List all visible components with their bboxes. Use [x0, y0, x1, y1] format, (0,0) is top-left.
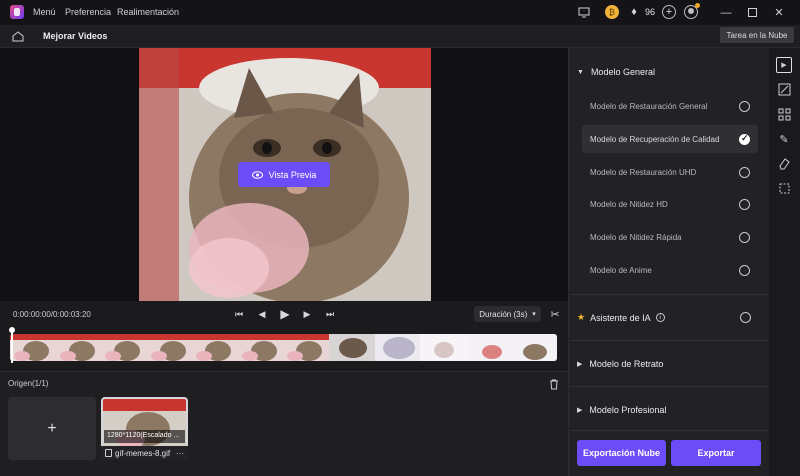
eraser-icon[interactable] — [776, 155, 792, 171]
general-model-title: Modelo General — [590, 67, 655, 77]
duration-select[interactable]: Duración (3s) ▾ — [474, 306, 541, 322]
media-resolution: 1280*1120(Escalado ... — [104, 430, 185, 443]
general-model-header[interactable]: ▼ Modelo General — [577, 67, 655, 77]
professional-model-title: Modelo Profesional — [589, 405, 667, 415]
skip-forward-icon[interactable]: ⏭ — [323, 307, 337, 321]
portrait-model-title: Modelo de Retrato — [589, 359, 664, 369]
play-icon[interactable]: ▶ — [278, 307, 292, 321]
gem-icon: ♦ — [631, 6, 637, 18]
timeline-frame — [55, 334, 102, 361]
credits-count: 96 — [645, 7, 656, 17]
ai-assistant-title: Asistente de IA — [590, 312, 651, 323]
timeline-frame — [374, 334, 421, 361]
section-divider — [570, 386, 769, 387]
preview-button-label: Vista Previa — [268, 169, 317, 180]
page-title: Mejorar Videos — [43, 31, 108, 41]
section-divider — [570, 430, 769, 431]
radio-button[interactable] — [739, 231, 750, 243]
close-button[interactable]: ✕ — [770, 4, 788, 21]
app-logo — [10, 5, 24, 19]
coin-icon[interactable]: ₿ — [605, 5, 619, 19]
star-icon: ★ — [577, 312, 586, 322]
pencil-icon[interactable]: ✎ — [776, 131, 792, 147]
portrait-model-header[interactable]: ▶ Modelo de Retrato — [577, 359, 663, 369]
radio-button[interactable] — [739, 198, 750, 210]
export-button[interactable]: Exportar — [671, 440, 761, 466]
add-media-button[interactable]: + — [8, 397, 96, 460]
model-option-fast-sharpness[interactable]: Modelo de Nitidez Rápida — [582, 223, 758, 251]
model-option-uhd-restoration[interactable]: Modelo de Restauración UHD — [582, 158, 758, 186]
preview-button[interactable]: Vista Previa — [238, 162, 330, 187]
professional-model-header[interactable]: ▶ Modelo Profesional — [577, 405, 666, 415]
cloud-task-button[interactable]: Tarea en la Nube — [720, 27, 794, 43]
timeline-frame — [10, 334, 56, 361]
caret-right-icon: ▶ — [577, 407, 583, 414]
cloud-export-button[interactable]: Exportación Nube — [577, 440, 666, 466]
add-credits-button[interactable]: + — [662, 5, 676, 19]
minimize-button[interactable]: — — [717, 4, 735, 21]
model-label: Modelo de Restauración General — [590, 101, 708, 111]
menu-item-preferences[interactable]: Preferencia — [65, 7, 111, 17]
scissors-icon[interactable]: ✂ — [548, 307, 562, 321]
crop-icon[interactable] — [776, 180, 792, 196]
timeline-strip[interactable] — [10, 334, 557, 361]
menu-item-feedback[interactable]: Realimentación — [117, 7, 179, 17]
timeline-frame — [283, 334, 330, 361]
caret-right-icon: ▶ — [577, 361, 583, 368]
duration-label: Duración (3s) — [479, 309, 528, 319]
timeline-frame — [146, 334, 193, 361]
home-icon[interactable] — [10, 29, 26, 44]
model-label: Modelo de Nitidez Rápida — [590, 232, 682, 242]
model-option-hd-sharpness[interactable]: Modelo de Nitidez HD — [582, 190, 758, 218]
model-option-general-restoration[interactable]: Modelo de Restauración General — [582, 92, 758, 120]
maximize-button[interactable] — [743, 4, 761, 21]
model-option-anime[interactable]: Modelo de Anime — [582, 256, 758, 284]
radio-button[interactable] — [739, 166, 750, 178]
playhead[interactable] — [11, 329, 13, 363]
notification-dot — [695, 3, 700, 8]
media-filename: gif-memes-8.gif — [115, 448, 171, 458]
caret-down-icon: ▼ — [577, 68, 584, 76]
ai-assistant-header[interactable]: ★ Asistente de IA i — [577, 312, 665, 323]
chevron-down-icon: ▾ — [532, 311, 536, 318]
model-label: Modelo de Anime — [590, 265, 652, 275]
model-label: Modelo de Nitidez HD — [590, 199, 668, 209]
playhead-handle[interactable] — [9, 327, 15, 333]
time-readout: 0:00:00:00/0:00:03:20 — [13, 310, 91, 319]
timeline-frame — [237, 334, 284, 361]
video-enhance-icon[interactable]: ▶ — [776, 57, 792, 73]
section-divider — [570, 294, 769, 295]
grid-tools-icon[interactable] — [776, 106, 792, 122]
skip-back-icon[interactable]: ⏮ — [232, 307, 246, 321]
header-bar — [0, 25, 800, 48]
radio-button-checked[interactable] — [739, 133, 750, 145]
step-back-icon[interactable]: ◀ — [255, 307, 269, 321]
timeline-frame — [329, 334, 375, 361]
more-options-icon[interactable]: ··· — [176, 449, 184, 458]
file-icon — [105, 449, 112, 457]
model-label: Modelo de Recuperación de Calidad — [590, 134, 720, 144]
eye-icon — [251, 170, 263, 179]
step-forward-icon[interactable]: ▶ — [300, 307, 314, 321]
trash-icon[interactable] — [548, 378, 560, 390]
timeline-frame — [465, 334, 512, 361]
section-divider — [570, 340, 769, 341]
timeline-frame — [420, 334, 466, 361]
ai-assistant-radio[interactable] — [740, 312, 751, 323]
radio-button[interactable] — [739, 264, 750, 276]
radio-button[interactable] — [739, 100, 750, 112]
timeline-frame — [192, 334, 238, 361]
timeline-frame — [101, 334, 147, 361]
source-title: Origen(1/1) — [8, 379, 49, 388]
image-edit-icon[interactable] — [776, 81, 792, 97]
media-name-row: gif-memes-8.gif ··· — [101, 446, 188, 460]
monitor-icon[interactable] — [576, 5, 591, 20]
menu-item-menu[interactable]: Menú — [33, 7, 56, 17]
model-option-quality-recovery[interactable]: Modelo de Recuperación de Calidad — [582, 125, 758, 153]
model-label: Modelo de Restauración UHD — [590, 167, 697, 177]
info-icon[interactable]: i — [655, 313, 665, 322]
timeline-frame — [511, 334, 557, 361]
